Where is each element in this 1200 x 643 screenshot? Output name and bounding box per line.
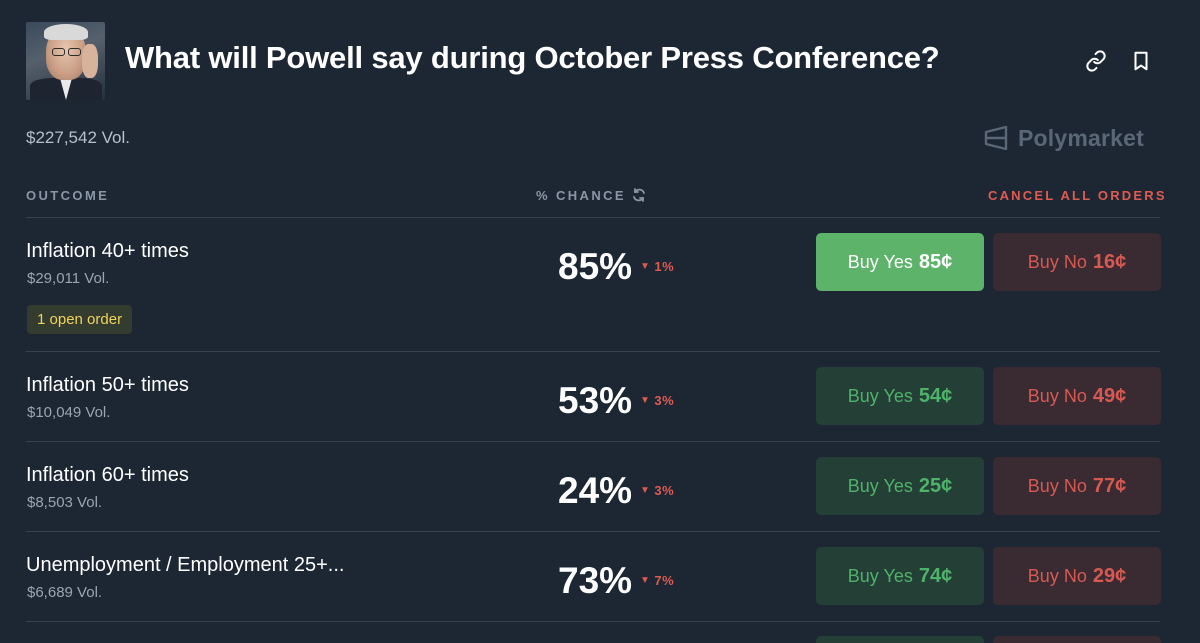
buy-no-button[interactable]: Buy No 49¢ xyxy=(993,367,1161,425)
divider xyxy=(26,621,1160,622)
buy-yes-price: 74¢ xyxy=(918,564,953,587)
chance-delta: ▼ 7% xyxy=(640,573,674,588)
chance-delta-value: 1% xyxy=(654,259,675,274)
divider xyxy=(26,217,1160,218)
buy-no-label: Buy No xyxy=(1027,565,1087,586)
buy-no-price: 77¢ xyxy=(1092,474,1127,497)
down-triangle-icon: ▼ xyxy=(640,485,651,496)
buy-yes-button-partial[interactable] xyxy=(816,636,984,643)
buy-no-label: Buy No xyxy=(1027,251,1087,272)
brand-name: Polymarket xyxy=(1018,124,1145,151)
divider xyxy=(26,351,1160,352)
outcome-chance: 24% xyxy=(558,470,633,511)
buy-yes-label: Buy Yes xyxy=(847,385,913,406)
buy-yes-button[interactable]: Buy Yes 74¢ xyxy=(816,547,984,605)
buy-no-button[interactable]: Buy No 16¢ xyxy=(993,233,1161,291)
buy-no-price: 29¢ xyxy=(1092,564,1127,587)
outcome-name: Inflation 60+ times xyxy=(26,464,189,486)
buy-yes-button[interactable]: Buy Yes 54¢ xyxy=(816,367,984,425)
outcome-volume: $8,503 Vol. xyxy=(27,494,103,511)
divider xyxy=(26,531,1160,532)
chance-delta: ▼ 3% xyxy=(640,393,674,408)
buy-no-button[interactable]: Buy No 29¢ xyxy=(993,547,1161,605)
chance-delta-value: 7% xyxy=(654,573,675,588)
buy-no-price: 16¢ xyxy=(1092,250,1127,273)
refresh-icon[interactable] xyxy=(631,187,647,203)
chance-delta: ▼ 3% xyxy=(640,483,674,498)
down-triangle-icon: ▼ xyxy=(640,261,651,272)
chance-delta: ▼ 1% xyxy=(640,259,674,274)
outcome-name: Unemployment / Employment 25+... xyxy=(26,554,345,576)
buy-no-label: Buy No xyxy=(1027,475,1087,496)
divider xyxy=(26,441,1160,442)
market-title: What will Powell say during October Pres… xyxy=(125,40,940,75)
buy-yes-label: Buy Yes xyxy=(847,475,913,496)
outcome-name: Inflation 50+ times xyxy=(26,374,189,396)
outcome-volume: $10,049 Vol. xyxy=(27,404,111,421)
buy-no-price: 49¢ xyxy=(1092,384,1127,407)
buy-no-label: Buy No xyxy=(1027,385,1087,406)
market-header: What will Powell say during October Pres… xyxy=(26,22,1160,100)
buy-no-button-partial[interactable] xyxy=(993,636,1161,643)
open-order-badge[interactable]: 1 open order xyxy=(27,305,133,334)
outcome-chance: 53% xyxy=(558,380,633,421)
outcome-chance: 85% xyxy=(558,246,633,287)
column-chance: % CHANCE xyxy=(536,188,626,203)
down-triangle-icon: ▼ xyxy=(640,575,651,586)
outcome-volume: $29,011 Vol. xyxy=(27,270,110,287)
outcome-name: Inflation 40+ times xyxy=(26,240,189,262)
buy-yes-label: Buy Yes xyxy=(847,251,913,272)
polymarket-logo-icon xyxy=(984,125,1008,151)
buy-yes-label: Buy Yes xyxy=(847,565,913,586)
chance-delta-value: 3% xyxy=(654,393,675,408)
buy-yes-button[interactable]: Buy Yes 85¢ xyxy=(816,233,984,291)
buy-yes-button[interactable]: Buy Yes 25¢ xyxy=(816,457,984,515)
cancel-all-orders-button[interactable]: CANCEL ALL ORDERS xyxy=(988,188,1167,203)
polymarket-brand[interactable]: Polymarket xyxy=(982,124,1144,152)
link-icon[interactable] xyxy=(1085,50,1109,74)
buy-yes-price: 85¢ xyxy=(918,250,953,273)
chance-delta-value: 3% xyxy=(654,483,675,498)
down-triangle-icon: ▼ xyxy=(640,395,651,406)
outcome-volume: $6,689 Vol. xyxy=(27,584,103,601)
bookmark-icon[interactable] xyxy=(1130,50,1154,74)
buy-yes-price: 25¢ xyxy=(918,474,953,497)
buy-no-button[interactable]: Buy No 77¢ xyxy=(993,457,1161,515)
outcome-chance: 73% xyxy=(558,560,633,601)
buy-yes-price: 54¢ xyxy=(918,384,953,407)
column-outcome: OUTCOME xyxy=(26,188,110,203)
market-volume: $227,542 Vol. xyxy=(26,128,130,147)
market-image xyxy=(26,22,105,100)
